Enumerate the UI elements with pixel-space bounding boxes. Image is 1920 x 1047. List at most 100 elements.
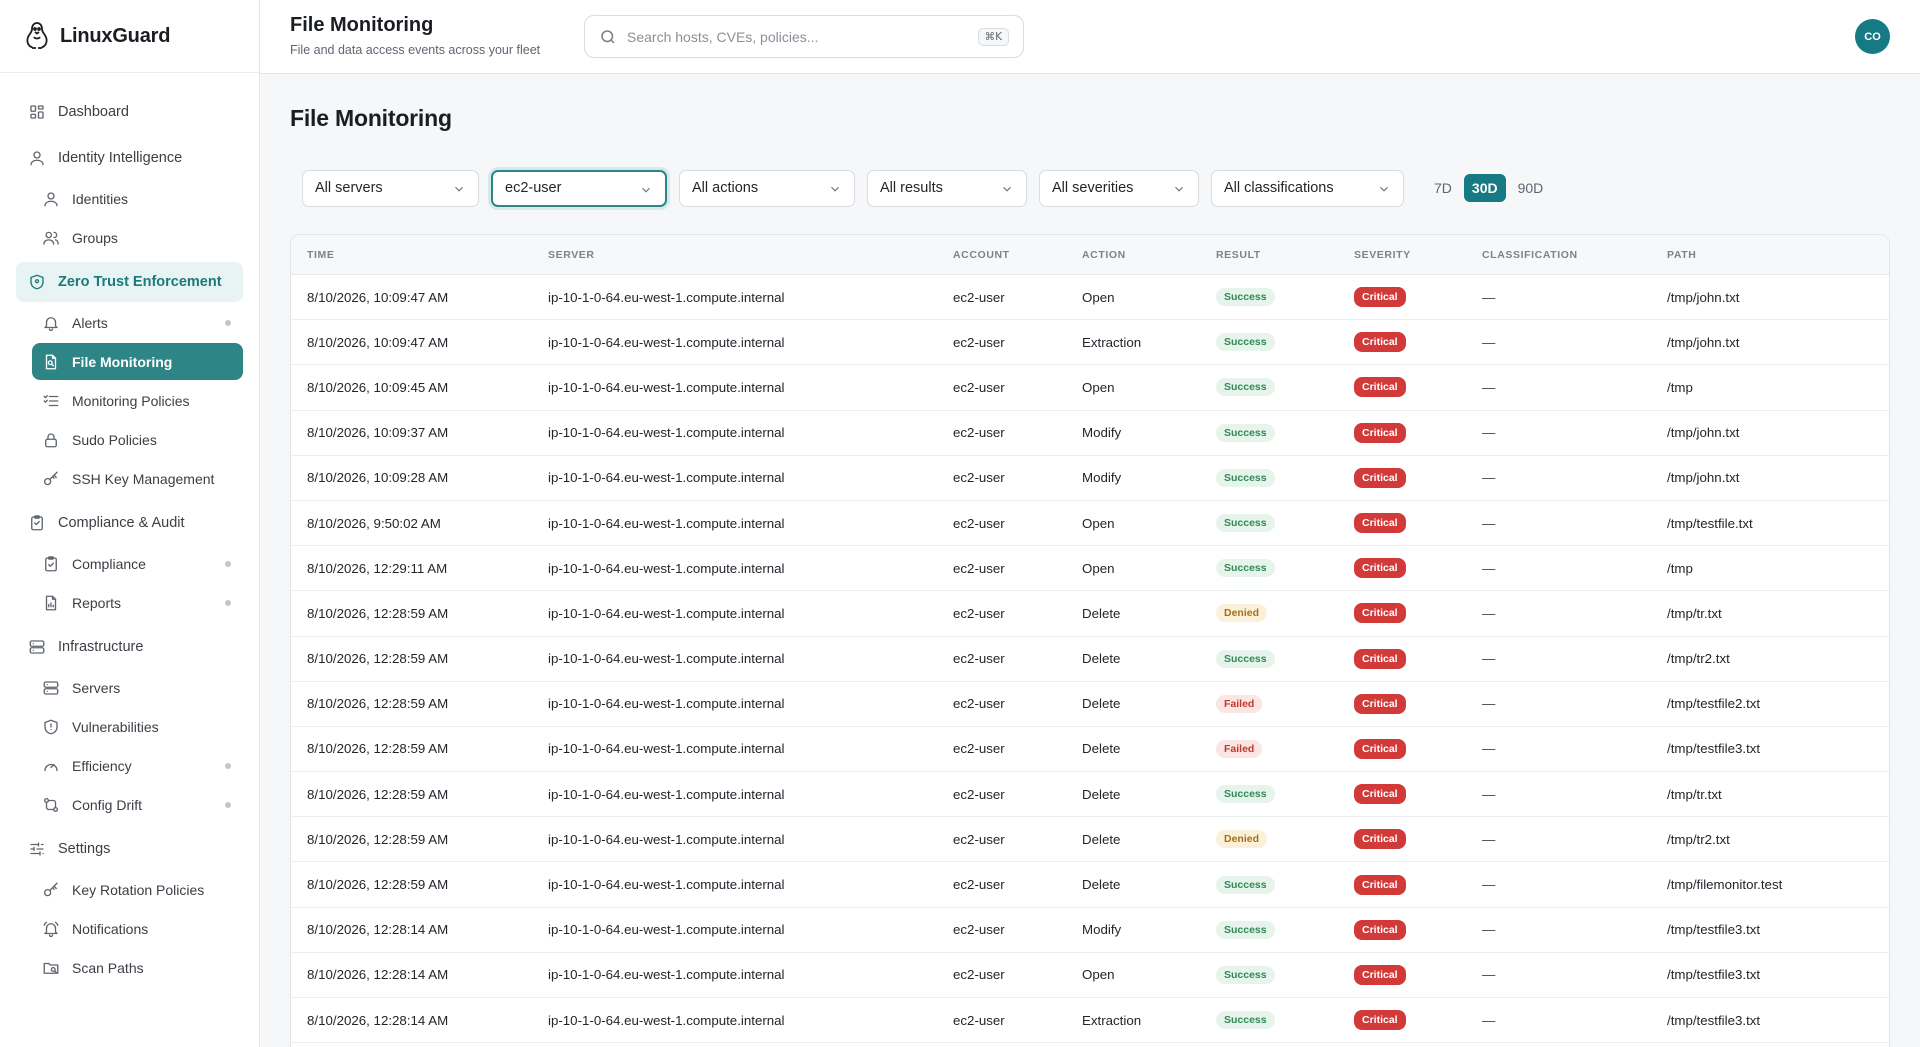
- account-cell: ec2-user: [953, 922, 1005, 938]
- search-input[interactable]: [627, 28, 978, 45]
- result-cell: Success: [1216, 378, 1354, 397]
- result-badge: Success: [1216, 785, 1275, 804]
- severity-badge: Critical: [1354, 422, 1406, 443]
- account-cell: ec2-user: [953, 696, 1005, 712]
- time-cell: 8/10/2026, 12:28:59 AM: [307, 651, 449, 667]
- sidebar-item-notifications[interactable]: Notifications: [32, 910, 243, 947]
- severity-filter[interactable]: All severities: [1039, 169, 1199, 207]
- action-cell: Delete: [1082, 696, 1121, 712]
- account-cell: ec2-user: [953, 470, 1005, 486]
- sidebar-item-key-rotation-policies[interactable]: Key Rotation Policies: [32, 871, 243, 908]
- table-row[interactable]: 8/10/2026, 10:09:47 AM ip-10-1-0-64.eu-we…: [291, 275, 1889, 321]
- sidebar-item-ssh-key-management[interactable]: SSH Key Management: [32, 460, 243, 497]
- table-row[interactable]: 8/10/2026, 12:28:14 AM ip-10-1-0-64.eu-we…: [291, 998, 1889, 1044]
- sidebar-item-zero-trust-enforcement[interactable]: Zero Trust Enforcement: [16, 262, 243, 302]
- path-cell: /tmp: [1667, 560, 1693, 576]
- range-30d-button[interactable]: 30D: [1463, 174, 1506, 202]
- table-row[interactable]: 8/10/2026, 12:28:59 AM ip-10-1-0-64.eu-we…: [291, 637, 1889, 682]
- path-cell: /tmp/john.txt: [1667, 470, 1740, 486]
- sidebar-item-compliance[interactable]: Compliance: [32, 545, 243, 582]
- sidebar-item-sudo-policies[interactable]: Sudo Policies: [32, 421, 243, 458]
- lock-icon: [42, 431, 60, 449]
- path-cell: /tmp/john.txt: [1667, 425, 1740, 441]
- severity-cell: Critical: [1354, 377, 1482, 398]
- column-header-result[interactable]: RESULT: [1216, 249, 1354, 261]
- file-search-icon: [42, 353, 60, 371]
- search-shortcut-hint: ⌘K: [977, 27, 1009, 46]
- sidebar-item-label: Reports: [72, 594, 122, 611]
- sidebar-item-servers[interactable]: Servers: [32, 669, 243, 706]
- column-header-classification[interactable]: CLASSIFICATION: [1482, 249, 1667, 261]
- table-row[interactable]: 8/10/2026, 12:28:59 AM ip-10-1-0-64.eu-we…: [291, 772, 1889, 818]
- classification-value: —: [1482, 334, 1496, 350]
- sidebar-item-identities[interactable]: Identities: [32, 180, 243, 217]
- global-search[interactable]: ⌘K: [584, 15, 1024, 58]
- column-header-time[interactable]: TIME: [291, 249, 548, 261]
- result-cell: Success: [1216, 333, 1354, 352]
- classification-cell: —: [1482, 561, 1667, 576]
- sidebar-item-infrastructure[interactable]: Infrastructure: [16, 627, 243, 667]
- table-row[interactable]: 8/10/2026, 12:29:11 AM ip-10-1-0-64.eu-we…: [291, 546, 1889, 592]
- sidebar-item-efficiency[interactable]: Efficiency: [32, 747, 243, 784]
- user-avatar[interactable]: CO: [1855, 19, 1890, 54]
- classification-filter-value: All classifications: [1224, 180, 1334, 196]
- table-row[interactable]: 8/10/2026, 10:09:47 AM ip-10-1-0-64.eu-we…: [291, 320, 1889, 366]
- sidebar-item-vulnerabilities[interactable]: Vulnerabilities: [32, 708, 243, 745]
- classification-value: —: [1482, 831, 1496, 847]
- server-cell: ip-10-1-0-64.eu-west-1.compute.internal: [548, 560, 785, 576]
- sidebar-item-groups[interactable]: Groups: [32, 219, 243, 256]
- sidebar-item-reports[interactable]: Reports: [32, 584, 243, 621]
- result-badge: Success: [1216, 333, 1275, 352]
- sidebar-item-settings[interactable]: Settings: [16, 829, 243, 869]
- table-row[interactable]: 8/10/2026, 9:50:02 AM ip-10-1-0-64.eu-wes…: [291, 501, 1889, 547]
- column-header-server[interactable]: SERVER: [548, 249, 953, 261]
- sidebar-item-dashboard[interactable]: Dashboard: [16, 92, 243, 132]
- sidebar-item-file-monitoring[interactable]: File Monitoring: [32, 343, 243, 380]
- table-row[interactable]: 8/10/2026, 10:09:45 AM ip-10-1-0-64.eu-we…: [291, 365, 1889, 411]
- result-cell: Success: [1216, 649, 1354, 668]
- table-row[interactable]: 8/10/2026, 10:09:28 AM ip-10-1-0-64.eu-we…: [291, 456, 1889, 501]
- sidebar-item-label: Alerts: [72, 314, 108, 331]
- account-cell: ec2-user: [953, 967, 1005, 983]
- table-row[interactable]: 8/10/2026, 12:28:59 AM ip-10-1-0-64.eu-we…: [291, 591, 1889, 637]
- chevron-down-icon: [639, 183, 653, 197]
- server-filter[interactable]: All servers: [302, 169, 479, 207]
- classification-cell: —: [1482, 290, 1667, 305]
- column-header-action[interactable]: ACTION: [1082, 249, 1216, 261]
- account-filter[interactable]: ec2-user: [491, 169, 667, 207]
- table-row[interactable]: 8/10/2026, 12:28:59 AM ip-10-1-0-64.eu-we…: [291, 727, 1889, 773]
- action-filter[interactable]: All actions: [679, 169, 855, 207]
- path-cell: /tmp/john.txt: [1667, 334, 1740, 350]
- column-header-path[interactable]: PATH: [1667, 249, 1889, 261]
- table-row[interactable]: 8/10/2026, 12:28:59 AM ip-10-1-0-64.eu-we…: [291, 682, 1889, 727]
- sidebar-item-label: Notifications: [72, 920, 149, 937]
- range-90d-button[interactable]: 90D: [1510, 174, 1552, 202]
- path-cell: /tmp/testfile3.txt: [1667, 741, 1761, 757]
- table-row[interactable]: 8/10/2026, 12:28:59 AM ip-10-1-0-64.eu-we…: [291, 862, 1889, 908]
- table-row[interactable]: 8/10/2026, 12:28:14 AM ip-10-1-0-64.eu-we…: [291, 953, 1889, 998]
- main-content: File Monitoring All servers ec2-user All…: [260, 74, 1920, 1047]
- brand[interactable]: LinuxGuard: [0, 0, 259, 73]
- result-filter[interactable]: All results: [867, 169, 1027, 207]
- path-cell: /tmp/john.txt: [1667, 289, 1740, 305]
- table-row[interactable]: 8/10/2026, 12:28:14 AM ip-10-1-0-64.eu-we…: [291, 908, 1889, 953]
- column-header-account[interactable]: ACCOUNT: [953, 249, 1082, 261]
- sidebar-item-identity-intelligence[interactable]: Identity Intelligence: [16, 138, 243, 178]
- sidebar-item-scan-paths[interactable]: Scan Paths: [32, 949, 243, 986]
- column-header-severity[interactable]: SEVERITY: [1354, 249, 1482, 261]
- classification-value: —: [1482, 877, 1496, 893]
- severity-filter-value: All severities: [1052, 180, 1134, 196]
- range-7d-button[interactable]: 7D: [1426, 174, 1460, 202]
- sidebar-item-config-drift[interactable]: Config Drift: [32, 786, 243, 823]
- server-icon: [28, 638, 46, 656]
- sidebar-item-compliance-audit[interactable]: Compliance & Audit: [16, 503, 243, 543]
- page-title: File Monitoring: [290, 105, 452, 131]
- classification-filter[interactable]: All classifications: [1211, 169, 1404, 207]
- sidebar-item-monitoring-policies[interactable]: Monitoring Policies: [32, 382, 243, 419]
- table-row[interactable]: 8/10/2026, 12:28:59 AM ip-10-1-0-64.eu-we…: [291, 817, 1889, 863]
- table-row[interactable]: 8/10/2026, 10:09:37 AM ip-10-1-0-64.eu-we…: [291, 411, 1889, 456]
- sidebar-item-alerts[interactable]: Alerts: [32, 304, 243, 341]
- classification-cell: —: [1482, 787, 1667, 802]
- severity-badge: Critical: [1354, 693, 1406, 714]
- account-cell: ec2-user: [953, 651, 1005, 667]
